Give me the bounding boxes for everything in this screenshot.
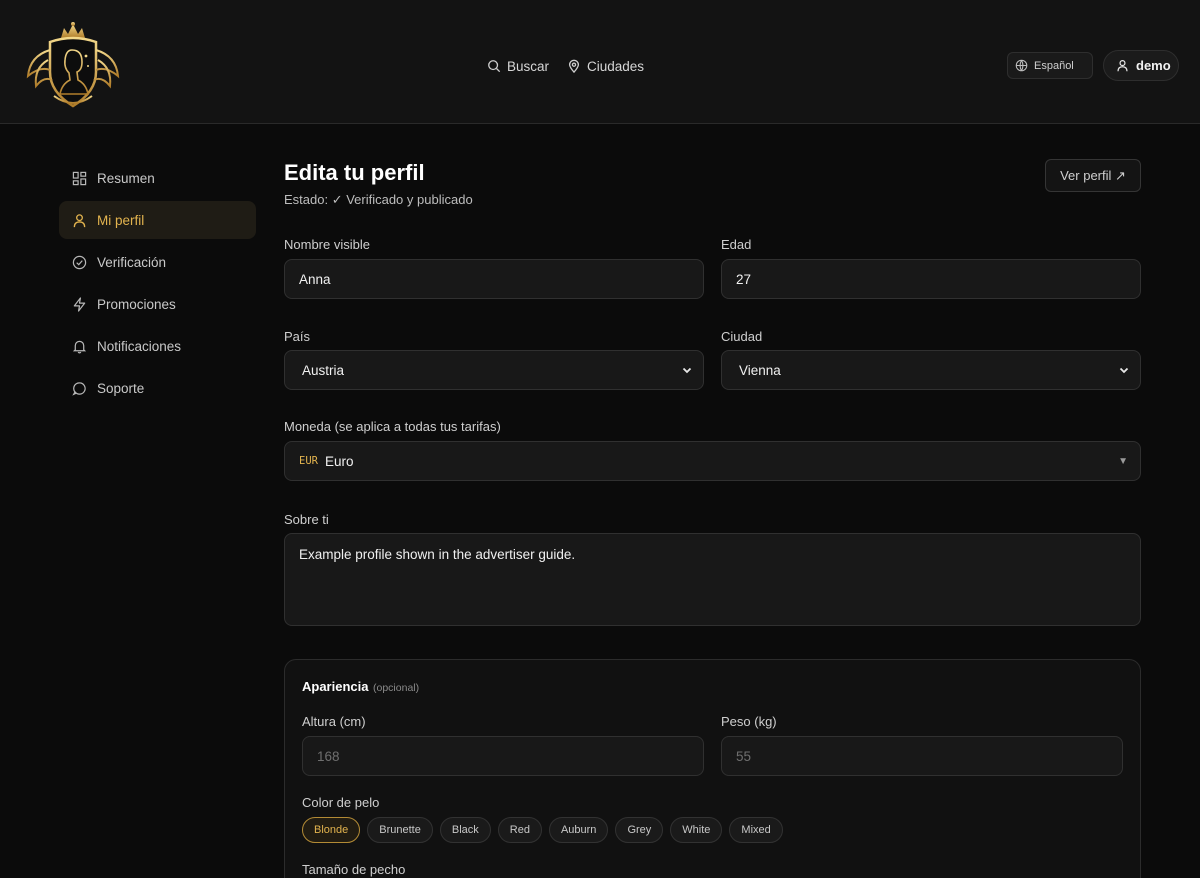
bell-icon — [72, 340, 87, 353]
user-name: demo — [1136, 58, 1171, 73]
check-circle-icon — [72, 255, 87, 269]
weight-placeholder: 55 — [736, 748, 752, 764]
hair-chip-blonde[interactable]: Blonde — [302, 817, 361, 843]
hair-chip-grey[interactable]: Grey — [615, 817, 664, 843]
search-icon — [488, 60, 501, 73]
hair-chip-brunette[interactable]: Brunette — [367, 817, 433, 843]
globe-icon — [1015, 59, 1028, 72]
height-label: Altura (cm) — [302, 714, 366, 729]
hair-color-label: Color de pelo — [302, 795, 380, 810]
sidebar-item-promociones[interactable]: Promociones — [59, 285, 256, 323]
hair-chip-black[interactable]: Black — [439, 817, 491, 843]
about-label: Sobre ti — [284, 512, 329, 527]
about-value: Example profile shown in the advertiser … — [299, 547, 576, 562]
map-pin-icon — [568, 59, 580, 73]
city-select[interactable]: Vienna — [721, 350, 1141, 390]
breast-size-label: Tamaño de pecho — [302, 862, 406, 877]
nav-ciudades[interactable]: Ciudades — [567, 57, 644, 75]
weight-input[interactable]: 55 — [721, 736, 1123, 776]
sidebar-item-label: Resumen — [97, 170, 155, 186]
display-name-input[interactable]: Anna — [284, 259, 704, 299]
age-label: Edad — [721, 237, 752, 252]
hair-chip-red[interactable]: Red — [497, 817, 542, 843]
language-selector[interactable]: Español — [1007, 52, 1093, 79]
hair-chip-mixed[interactable]: Mixed — [729, 817, 783, 843]
sidebar-item-label: Mi perfil — [97, 212, 145, 228]
hair-chip-auburn[interactable]: Auburn — [548, 817, 609, 843]
sidebar-item-verificacion[interactable]: Verificación — [59, 243, 256, 281]
city-value: Vienna — [739, 362, 781, 378]
sidebar-item-label: Verificación — [97, 254, 167, 270]
hair-color-chips: Blonde Brunette Black Red Auburn Grey Wh… — [302, 817, 783, 843]
user-icon — [73, 213, 86, 227]
country-value: Austria — [302, 362, 345, 378]
page-title: Edita tu perfil — [284, 160, 425, 185]
country-select[interactable]: Austria — [284, 350, 704, 390]
view-profile-button[interactable]: Ver perfil ↗ — [1045, 159, 1141, 192]
sidebar-item-mi-perfil[interactable]: Mi perfil — [59, 201, 256, 239]
currency-code: EUR — [299, 455, 318, 467]
bolt-icon — [73, 296, 86, 312]
sidebar-item-resumen[interactable]: Resumen — [59, 159, 256, 197]
sidebar-item-label: Promociones — [97, 296, 176, 312]
currency-label: Moneda (se aplica a todas tus tarifas) — [284, 419, 501, 434]
chat-icon — [72, 381, 86, 396]
nav-buscar-label: Buscar — [507, 58, 550, 74]
country-label: País — [284, 329, 311, 344]
height-placeholder: 168 — [317, 748, 340, 764]
caret-down-icon: ▼ — [1118, 456, 1128, 467]
about-textarea[interactable]: Example profile shown in the advertiser … — [284, 533, 1141, 626]
grid-icon — [72, 171, 87, 185]
appearance-title: Apariencia — [302, 679, 369, 694]
sidebar-item-soporte[interactable]: Soporte — [59, 369, 256, 407]
language-label: Español — [1034, 59, 1074, 72]
currency-select[interactable]: EUR Euro ▼ — [284, 441, 1141, 481]
height-input[interactable]: 168 — [302, 736, 704, 776]
nav-ciudades-label: Ciudades — [587, 58, 645, 74]
city-label: Ciudad — [721, 329, 763, 344]
display-name-value: Anna — [299, 271, 331, 287]
crown-crest-logo-icon[interactable] — [24, 20, 122, 112]
user-icon — [1117, 60, 1128, 72]
currency-value: Euro — [324, 453, 354, 469]
weight-label: Peso (kg) — [721, 714, 777, 729]
nav-buscar[interactable]: Buscar — [487, 57, 549, 75]
sidebar-item-notificaciones[interactable]: Notificaciones — [59, 327, 256, 365]
age-value: 27 — [736, 271, 752, 287]
appearance-optional-tag: (opcional) — [373, 682, 420, 694]
user-menu-button[interactable]: demo — [1103, 50, 1179, 81]
top-header: Buscar Ciudades Español demo — [0, 0, 1200, 124]
chevron-down-icon — [682, 367, 692, 374]
chevron-down-icon — [1119, 367, 1129, 374]
hair-chip-white[interactable]: White — [670, 817, 723, 843]
profile-status: Estado: ✓ Verificado y publicado — [284, 192, 473, 207]
sidebar-item-label: Notificaciones — [97, 338, 182, 354]
display-name-label: Nombre visible — [284, 237, 370, 252]
sidebar-item-label: Soporte — [97, 380, 145, 396]
age-input[interactable]: 27 — [721, 259, 1141, 299]
